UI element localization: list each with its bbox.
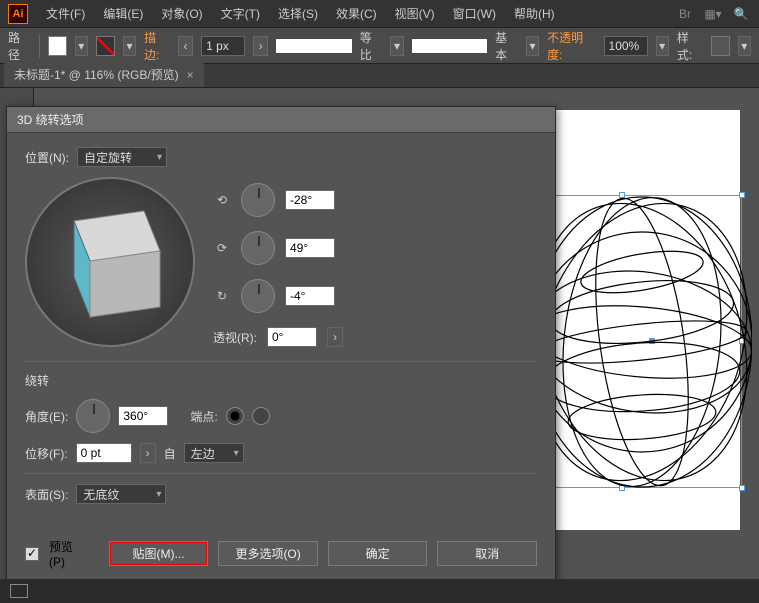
options-bar: 路径 ▾ ▾ 描边: ‹ › 等比 ▾ 基本 ▾ 不透明度: ▾ 样式: ▾ [0,28,759,64]
rotate-y-icon: ⟳ [213,239,231,257]
document-tab-title: 未标题-1* @ 116% (RGB/预览) [14,66,179,83]
angle-input[interactable] [118,406,168,426]
preview-label: 预览(P) [49,538,89,569]
brush-preview[interactable] [412,39,487,53]
stroke-width-input[interactable] [201,36,245,56]
taskbar [0,579,759,603]
menu-file[interactable]: 文件(F) [38,1,93,26]
from-label: 自 [164,445,176,462]
revolve-dialog: 3D 绕转选项 位置(N): 自定旋转 ⟲ [6,106,556,586]
angle-label: 角度(E): [25,408,68,425]
offset-input[interactable] [76,443,132,463]
menu-bar: Ai 文件(F) 编辑(E) 对象(O) 文字(T) 选择(S) 效果(C) 视… [0,0,759,28]
profile-label: 等比 [360,29,383,63]
close-icon[interactable]: × [187,68,194,82]
menu-edit[interactable]: 编辑(E) [95,1,151,26]
stroke-dec[interactable]: ‹ [178,36,193,56]
menu-help[interactable]: 帮助(H) [506,1,563,26]
menu-type[interactable]: 文字(T) [213,1,268,26]
profile-preview[interactable] [276,39,351,53]
rotate-x-icon: ⟲ [213,191,231,209]
angle-dial[interactable] [76,399,110,433]
rotate-z-dial[interactable] [241,279,275,313]
fill-dropdown[interactable]: ▾ [75,36,88,56]
separator [39,34,40,58]
perspective-label: 透视(R): [213,329,257,346]
brush-dropdown[interactable]: ▾ [526,36,539,56]
rotate-z-icon: ↻ [213,287,231,305]
cap-label: 端点: [190,408,217,425]
profile-dropdown[interactable]: ▾ [390,36,403,56]
rotate-y-input[interactable] [285,238,335,258]
menu-view[interactable]: 视图(V) [387,1,443,26]
from-select[interactable]: 左边 [184,443,244,463]
revolve-section-title: 绕转 [25,372,537,389]
app-logo: Ai [8,4,28,24]
perspective-stepper[interactable]: › [327,327,343,347]
surface-select[interactable]: 无底纹 [76,484,166,504]
mode-label: 路径 [8,29,31,63]
arrange-icon[interactable]: ▦▾ [703,4,723,24]
opacity-label: 不透明度: [547,29,595,63]
position-select[interactable]: 自定旋转 [77,147,167,167]
offset-label: 位移(F): [25,445,68,462]
map-art-button[interactable]: 贴图(M)... [109,541,209,566]
offset-stepper[interactable]: › [140,443,156,463]
stroke-swatch[interactable] [96,36,115,56]
rotation-trackball[interactable] [25,177,195,347]
surface-label: 表面(S): [25,486,68,503]
preview-checkbox[interactable] [25,547,39,561]
stroke-label: 描边: [144,29,170,63]
cap-on[interactable] [226,407,244,425]
position-label: 位置(N): [25,149,69,166]
menu-effect[interactable]: 效果(C) [328,1,385,26]
style-dropdown[interactable]: ▾ [738,36,751,56]
rotate-x-dial[interactable] [241,183,275,217]
rotate-z-input[interactable] [285,286,335,306]
document-tab[interactable]: 未标题-1* @ 116% (RGB/预览) × [4,62,204,87]
stroke-dropdown[interactable]: ▾ [123,36,136,56]
style-swatch[interactable] [711,36,730,56]
rotate-y-dial[interactable] [241,231,275,265]
perspective-input[interactable] [267,327,317,347]
menu-window[interactable]: 窗口(W) [445,1,504,26]
opacity-dropdown[interactable]: ▾ [656,36,669,56]
fill-swatch[interactable] [48,36,67,56]
style-label: 样式: [677,29,703,63]
screens-icon[interactable] [10,584,28,598]
cap-off[interactable] [252,407,270,425]
menu-object[interactable]: 对象(O) [153,1,210,26]
bridge-icon[interactable]: Br [675,4,695,24]
search-icon[interactable]: 🔍 [731,4,751,24]
cancel-button[interactable]: 取消 [437,541,537,566]
ok-button[interactable]: 确定 [328,541,428,566]
rotate-x-input[interactable] [285,190,335,210]
opacity-input[interactable] [604,36,648,56]
document-tab-bar: 未标题-1* @ 116% (RGB/预览) × [0,64,759,88]
dialog-title: 3D 绕转选项 [7,107,555,133]
stroke-inc[interactable]: › [253,36,268,56]
menu-select[interactable]: 选择(S) [270,1,326,26]
brush-label: 基本 [495,29,518,63]
more-options-button[interactable]: 更多选项(O) [218,541,318,566]
